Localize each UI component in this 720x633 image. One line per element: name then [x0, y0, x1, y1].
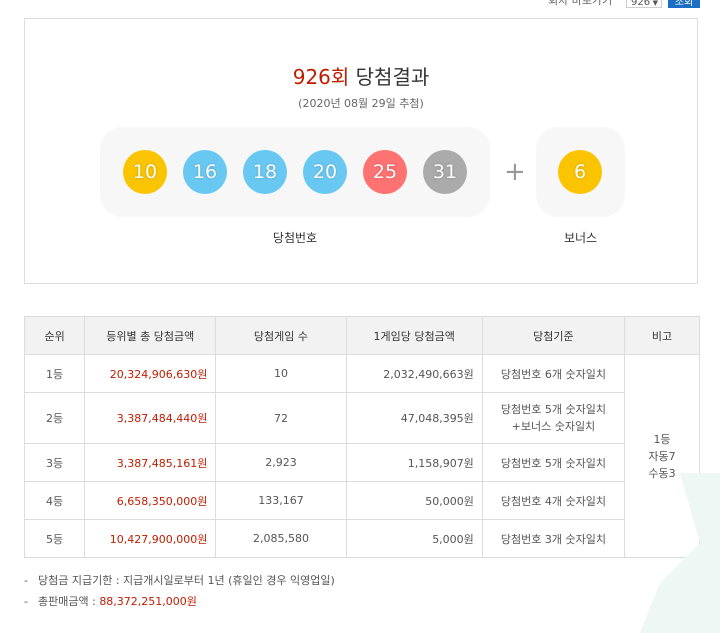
ball-4: 20: [303, 150, 347, 194]
table-row: 2등 3,387,484,440원 72 47,048,395원 당첨번호 5개…: [23, 392, 700, 444]
plus-icon: +: [504, 157, 526, 187]
remark-rank: 1등: [653, 432, 671, 446]
winning-numbers-panel: 10 16 18 20 25 31: [100, 127, 490, 217]
rank-cell: 2등: [23, 392, 86, 444]
winning-games-cell: 2,085,580: [215, 519, 347, 558]
draw-date: (2020년 08월 29일 추첨): [298, 97, 424, 110]
ball-5: 25: [363, 150, 407, 194]
round-search-button[interactable]: 조회: [668, 0, 700, 8]
round-number: 926회: [292, 65, 350, 89]
header-prize-per-game: 1게임당 당첨금액: [345, 316, 483, 355]
header-rank: 순위: [23, 316, 86, 355]
rank-cell: 1등: [23, 354, 86, 393]
criteria-cell: 당첨번호 6개 숫자일치: [481, 354, 626, 393]
total-prize-cell: 6,658,350,000원: [84, 481, 217, 520]
bonus-number-panel: 6: [536, 127, 625, 217]
winning-games-cell: 2,923: [215, 443, 347, 482]
result-title: 926회 당첨결과: [25, 61, 697, 90]
note-dash: -: [24, 595, 28, 608]
criteria-cell: 당첨번호 3개 숫자일치: [481, 519, 626, 558]
table-header-row: 순위 등위별 총 당첨금액 당첨게임 수 1게임당 당첨금액 당첨기준 비고: [23, 316, 700, 355]
prize-per-game-cell: 50,000원: [345, 481, 483, 520]
bonus-ball: 6: [558, 150, 602, 194]
note-sales-value: 88,372,251,000원: [99, 595, 197, 608]
bonus-label: 보너스: [563, 231, 598, 245]
note-deadline: - 당첨금 지급기한 : 지급개시일로부터 1년 (휴일인 경우 익영업일): [24, 572, 335, 593]
ball-3: 18: [243, 150, 287, 194]
table-row: 5등 10,427,900,000원 2,085,580 5,000원 당첨번호…: [23, 519, 700, 558]
rank-cell: 4등: [23, 481, 86, 520]
draw-result-panel: 926회 당첨결과 (2020년 08월 29일 추첨) 10 16 18 20…: [24, 18, 698, 284]
total-prize-cell: 20,324,906,630원: [84, 354, 217, 393]
criteria-line-1: 당첨번호 5개 숫자일치: [500, 403, 606, 416]
result-title-text: 당첨결과: [355, 65, 430, 89]
header-criteria: 당첨기준: [481, 316, 626, 355]
notes-list: - 당첨금 지급기한 : 지급개시일로부터 1년 (휴일인 경우 익영업일) -총…: [24, 572, 335, 614]
winning-games-cell: 72: [215, 392, 347, 444]
ball-6: 31: [423, 150, 467, 194]
prize-per-game-cell: 2,032,490,663원: [345, 354, 483, 393]
note-sales-label: 총판매금액 :: [38, 595, 100, 608]
prize-per-game-cell: 47,048,395원: [345, 392, 483, 444]
rank-cell: 3등: [23, 443, 86, 482]
winning-numbers-label: 당첨번호: [272, 231, 318, 245]
winning-games-cell: 133,167: [215, 481, 347, 520]
decorative-shape: [640, 473, 720, 633]
criteria-cell: 당첨번호 4개 숫자일치: [481, 481, 626, 520]
prize-per-game-cell: 1,158,907원: [345, 443, 483, 482]
criteria-cell: 당첨번호 5개 숫자일치: [481, 443, 626, 482]
header-winning-games: 당첨게임 수: [215, 316, 347, 355]
round-select-value: 926: [631, 0, 651, 8]
total-prize-cell: 3,387,485,161원: [84, 443, 217, 482]
note-dash: -: [24, 574, 28, 587]
round-select-label: 회차 바로가기: [548, 0, 613, 7]
criteria-line-2: +보너스 숫자일치: [511, 420, 596, 433]
note-deadline-text: 당첨금 지급기한 : 지급개시일로부터 1년 (휴일인 경우 익영업일): [38, 574, 335, 587]
round-select[interactable]: 926 ▼: [626, 0, 662, 8]
chevron-down-icon: ▼: [652, 0, 658, 7]
table-row: 4등 6,658,350,000원 133,167 50,000원 당첨번호 4…: [23, 481, 700, 520]
header-remarks: 비고: [624, 316, 700, 355]
table-row: 1등 20,324,906,630원 10 2,032,490,663원 당첨번…: [23, 354, 700, 558]
criteria-cell: 당첨번호 5개 숫자일치 +보너스 숫자일치: [481, 392, 626, 444]
table-row: 3등 3,387,485,161원 2,923 1,158,907원 당첨번호 …: [23, 443, 700, 482]
remark-auto: 자동7: [648, 449, 676, 463]
winning-games-cell: 10: [215, 354, 347, 393]
total-prize-cell: 10,427,900,000원: [84, 519, 217, 558]
note-sales: - 총판매금액 : 88,372,251,000원: [24, 593, 335, 614]
total-prize-cell: 3,387,484,440원: [84, 392, 217, 444]
rank-cell: 5등: [23, 519, 86, 558]
round-selector-bar: 회차 바로가기 926 ▼ 조회: [0, 0, 720, 12]
prize-per-game-cell: 5,000원: [345, 519, 483, 558]
ball-2: 16: [183, 150, 227, 194]
header-total-prize: 등위별 총 당첨금액: [84, 316, 217, 355]
prize-table: 순위 등위별 총 당첨금액 당첨게임 수 1게임당 당첨금액 당첨기준 비고 1…: [23, 316, 700, 558]
ball-1: 10: [123, 150, 167, 194]
